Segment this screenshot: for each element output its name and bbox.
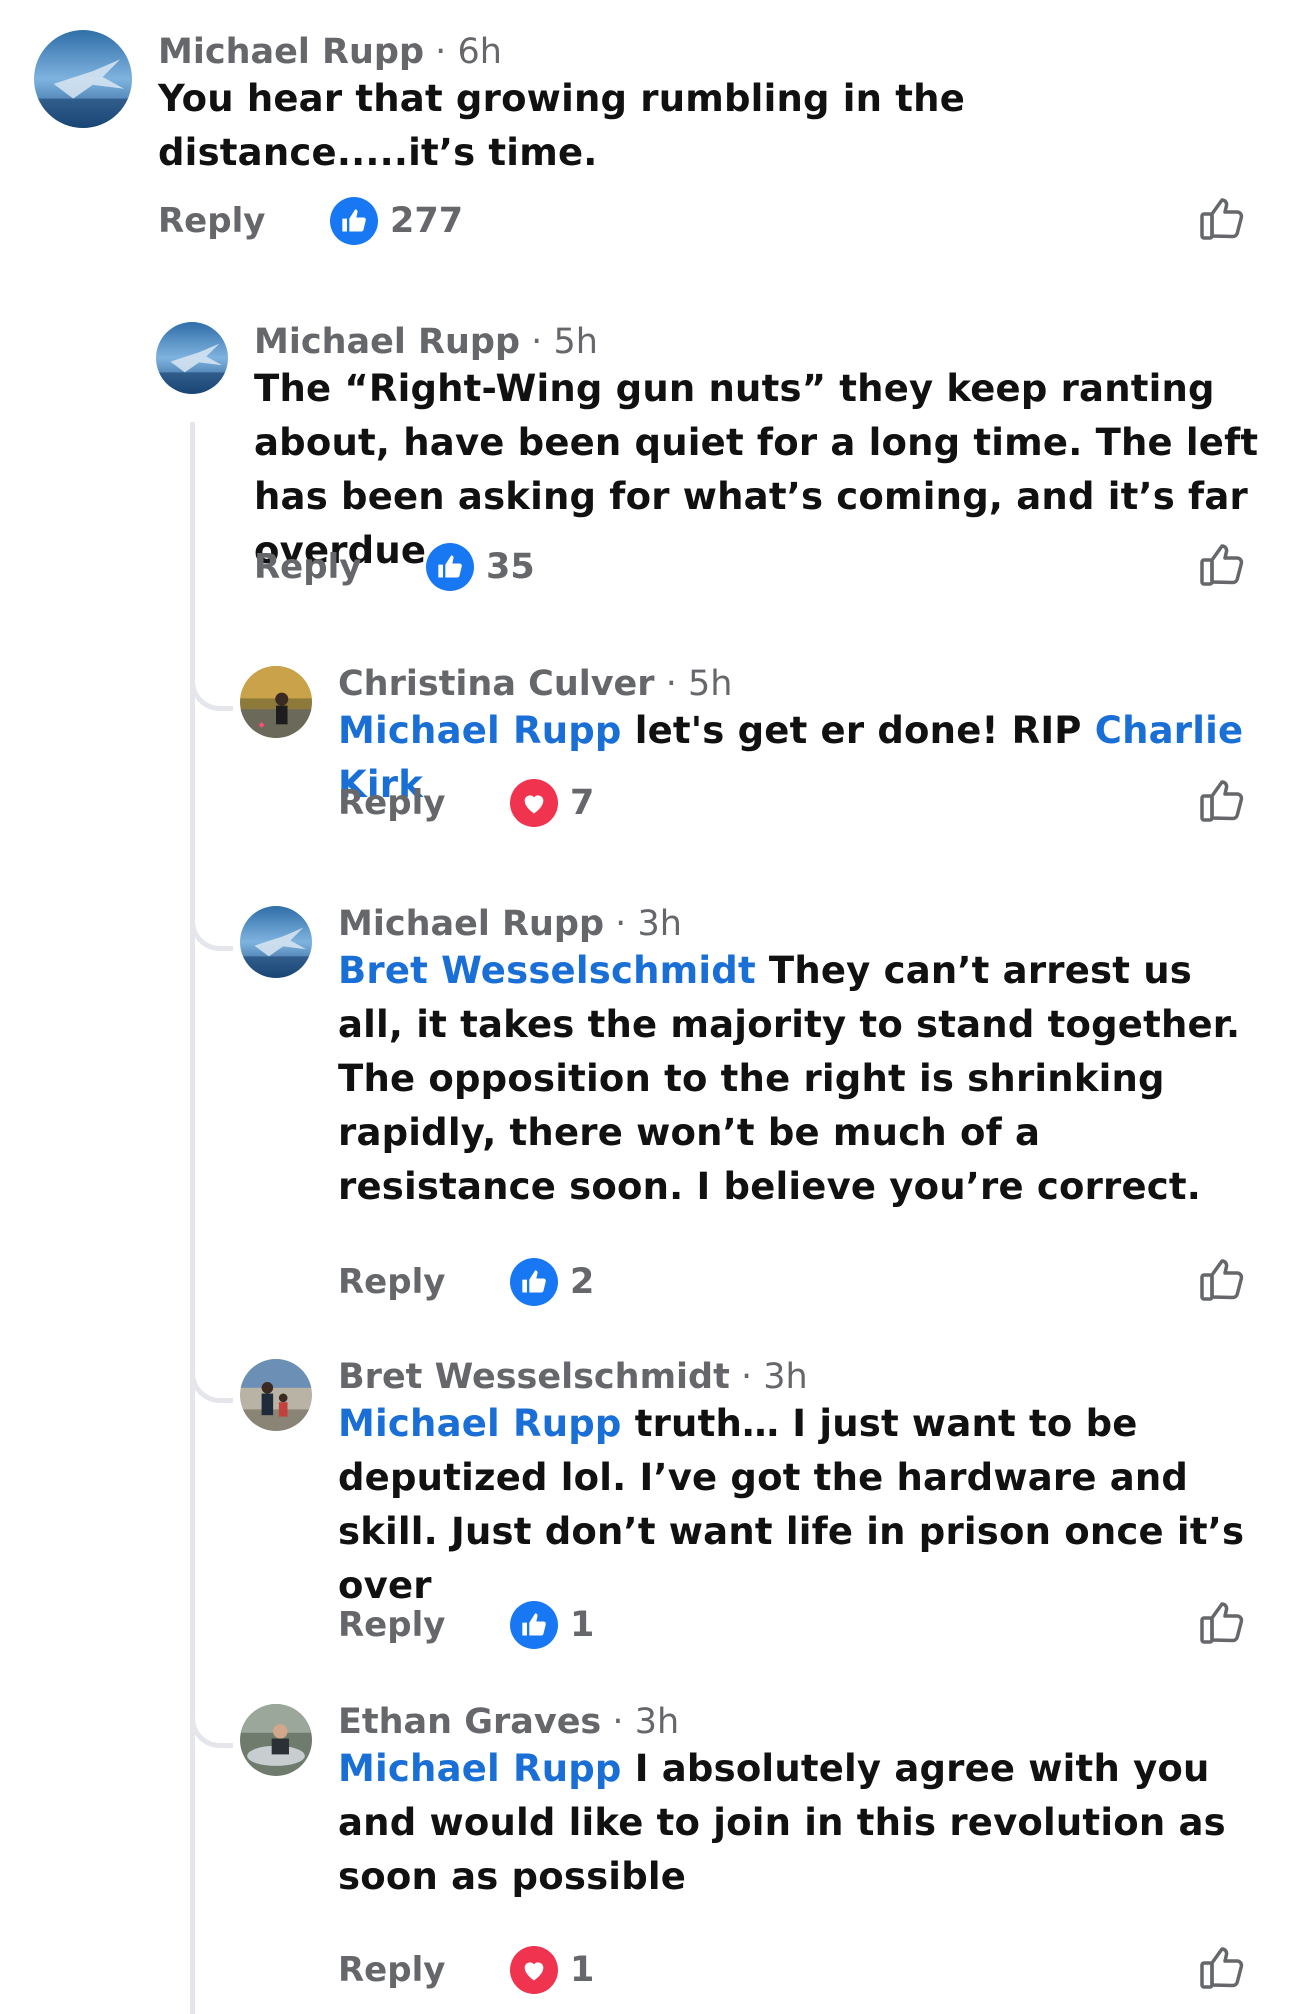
thumbs-up-icon <box>510 1258 558 1306</box>
thumbs-up-outline-icon <box>1200 198 1244 240</box>
comment-actions: Reply 7 <box>338 778 1258 828</box>
reaction-summary[interactable]: 7 <box>510 778 594 828</box>
thumbs-up-icon <box>330 197 378 245</box>
separator-dot: · <box>531 322 543 362</box>
comment-text: Bret Wesselschmidt They can’t arrest us … <box>338 944 1253 1214</box>
comment-header: Christina Culver · 5h <box>338 664 732 704</box>
separator-dot: · <box>435 32 447 72</box>
reply-button[interactable]: Reply <box>338 778 445 828</box>
reply-button[interactable]: Reply <box>158 196 265 246</box>
avatar[interactable] <box>240 906 312 978</box>
comment-actions: Reply 1 <box>338 1945 1258 1995</box>
mention-link[interactable]: Bret Wesselschmidt <box>338 949 756 992</box>
separator-dot: · <box>665 664 677 704</box>
mention-link[interactable]: Michael Rupp <box>338 709 622 752</box>
comment-reply: Christina Culver · 5h Michael Rupp let's… <box>0 650 1290 850</box>
heart-icon <box>510 1946 558 1994</box>
like-button[interactable] <box>1196 774 1250 828</box>
avatar-image <box>156 322 228 394</box>
reply-button[interactable]: Reply <box>338 1945 445 1995</box>
timestamp[interactable]: 3h <box>763 1357 807 1397</box>
comment-header: Michael Rupp · 6h <box>158 32 502 72</box>
separator-dot: · <box>615 904 627 944</box>
separator-dot: · <box>612 1702 624 1742</box>
thumbs-up-outline-icon <box>1200 780 1244 822</box>
avatar[interactable] <box>156 322 228 394</box>
comment-reply: Michael Rupp · 5h The “Right-Wing gun nu… <box>0 300 1290 600</box>
comment-reply: Bret Wesselschmidt · 3h Michael Rupp tru… <box>0 1343 1290 1649</box>
avatar-image <box>240 906 312 978</box>
comment-header: Ethan Graves · 3h <box>338 1702 679 1742</box>
comment-actions: Reply 2 <box>338 1257 1258 1307</box>
author-name[interactable]: Christina Culver <box>338 664 655 704</box>
thumbs-up-outline-icon <box>1200 1259 1244 1301</box>
reaction-summary[interactable]: 277 <box>330 196 463 246</box>
reply-button[interactable]: Reply <box>338 1257 445 1307</box>
thumbs-up-icon <box>510 1601 558 1649</box>
reaction-count: 35 <box>486 547 535 587</box>
avatar[interactable] <box>240 1359 312 1431</box>
timestamp[interactable]: 3h <box>637 904 681 944</box>
comment-header: Michael Rupp · 5h <box>254 322 598 362</box>
mention-link[interactable]: Michael Rupp <box>338 1747 622 1790</box>
comment-actions: Reply 35 <box>254 542 1258 592</box>
author-name[interactable]: Michael Rupp <box>158 32 424 72</box>
author-name[interactable]: Ethan Graves <box>338 1702 601 1742</box>
timestamp[interactable]: 5h <box>553 322 597 362</box>
thumbs-up-outline-icon <box>1200 544 1244 586</box>
comment-text: You hear that growing rumbling in the di… <box>158 72 1238 180</box>
mention-link[interactable]: Michael Rupp <box>338 1402 622 1445</box>
like-button[interactable] <box>1196 1941 1250 1995</box>
reaction-count: 2 <box>570 1262 595 1302</box>
reaction-summary[interactable]: 1 <box>510 1600 594 1650</box>
reaction-count: 1 <box>570 1605 595 1645</box>
timestamp[interactable]: 3h <box>635 1702 679 1742</box>
avatar[interactable] <box>240 666 312 738</box>
comment-header: Michael Rupp · 3h <box>338 904 682 944</box>
comment-actions: Reply 1 <box>338 1600 1258 1650</box>
author-name[interactable]: Michael Rupp <box>254 322 520 362</box>
comment-header: Bret Wesselschmidt · 3h <box>338 1357 808 1397</box>
like-button[interactable] <box>1196 1253 1250 1307</box>
author-name[interactable]: Michael Rupp <box>338 904 604 944</box>
author-name[interactable]: Bret Wesselschmidt <box>338 1357 730 1397</box>
timestamp[interactable]: 5h <box>688 664 732 704</box>
comment: Michael Rupp · 6h You hear that growing … <box>0 0 1290 260</box>
reply-button[interactable]: Reply <box>338 1600 445 1650</box>
comment-body: let's get er done! RIP <box>621 709 1095 752</box>
avatar-image <box>34 30 132 128</box>
comment-actions: Reply 277 <box>158 196 1258 246</box>
like-button[interactable] <box>1196 1596 1250 1650</box>
reaction-summary[interactable]: 35 <box>426 542 535 592</box>
reaction-count: 277 <box>390 201 464 241</box>
avatar[interactable] <box>240 1704 312 1776</box>
thumbs-up-outline-icon <box>1200 1602 1244 1644</box>
comment-body: You hear that growing rumbling in the di… <box>158 77 965 174</box>
reaction-summary[interactable]: 2 <box>510 1257 594 1307</box>
avatar[interactable] <box>34 30 132 128</box>
thumbs-up-outline-icon <box>1200 1947 1244 1989</box>
avatar-image <box>240 1359 312 1431</box>
comment-reply: Michael Rupp · 3h Bret Wesselschmidt The… <box>0 890 1290 1310</box>
reaction-summary[interactable]: 1 <box>510 1945 594 1995</box>
reaction-count: 1 <box>570 1950 595 1990</box>
separator-dot: · <box>740 1357 753 1397</box>
avatar-image <box>240 666 312 738</box>
heart-icon <box>510 779 558 827</box>
like-button[interactable] <box>1196 538 1250 592</box>
comment-text: Michael Rupp I absolutely agree with you… <box>338 1742 1258 1904</box>
comment-reply: Ethan Graves · 3h Michael Rupp I absolut… <box>0 1688 1290 2014</box>
timestamp[interactable]: 6h <box>457 32 501 72</box>
avatar-image <box>240 1704 312 1776</box>
reply-button[interactable]: Reply <box>254 542 361 592</box>
comment-text: Michael Rupp truth… I just want to be de… <box>338 1397 1258 1613</box>
reaction-count: 7 <box>570 783 595 823</box>
like-button[interactable] <box>1196 192 1250 246</box>
thumbs-up-icon <box>426 543 474 591</box>
